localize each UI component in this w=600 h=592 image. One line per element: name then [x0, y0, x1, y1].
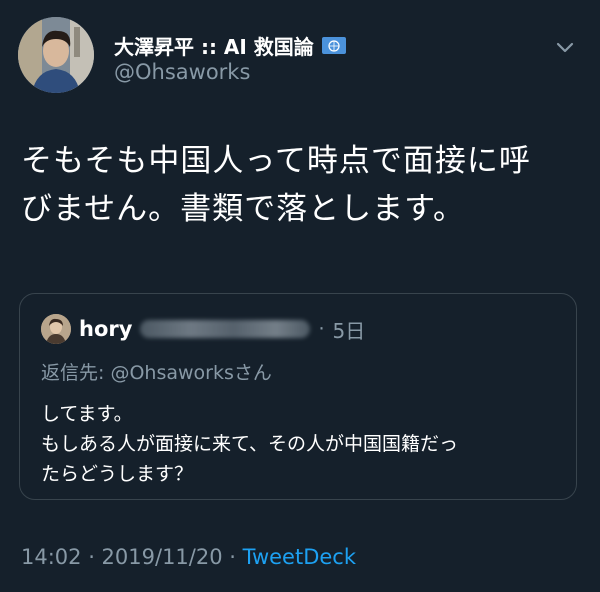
quoted-separator: · [318, 318, 325, 340]
tweet-timestamp[interactable]: 14:02 · 2019/11/20 · [21, 545, 243, 569]
tweet-source-link[interactable]: TweetDeck [243, 545, 356, 569]
author-avatar[interactable] [18, 17, 94, 93]
quoted-avatar-photo-icon [41, 314, 71, 344]
tweet-meta: 14:02 · 2019/11/20 · TweetDeck [21, 545, 356, 569]
chevron-down-icon[interactable] [554, 36, 576, 58]
quoted-text-line: たらどうします？ [41, 463, 194, 485]
quoted-time[interactable]: 5日 [332, 315, 365, 344]
quoted-tweet-header: hory · 5日 [41, 314, 365, 344]
quoted-tweet[interactable]: hory · 5日 返信先: @Ohsaworksさん してます。 もしある人が… [19, 293, 577, 500]
un-flag-icon [321, 37, 346, 54]
tweet-card: 大澤昇平 :: AI 救国論 @Ohsaworks そもそも中国人って時点で面接… [0, 0, 600, 592]
author-name-row: 大澤昇平 :: AI 救国論 [114, 31, 346, 60]
avatar-photo-icon [18, 17, 94, 93]
quoted-author-name[interactable]: hory [79, 317, 132, 341]
reply-mention[interactable]: @Ohsaworks [110, 362, 233, 384]
reply-to-line: 返信先: @Ohsaworksさん [41, 358, 272, 385]
tweet-text: そもそも中国人って時点で面接に呼 びません。書類で落とします。 [21, 137, 581, 233]
blurred-handle [140, 320, 311, 338]
quoted-text-line: してます。 [41, 403, 133, 425]
tweet-text-line: びません。書類で落とします。 [21, 191, 465, 227]
reply-suffix: さん [233, 362, 272, 384]
quoted-avatar[interactable] [41, 314, 71, 344]
author-display-name[interactable]: 大澤昇平 :: AI 救国論 [114, 31, 314, 60]
tweet-text-line: そもそも中国人って時点で面接に呼 [21, 143, 531, 179]
reply-prefix: 返信先: [41, 362, 111, 384]
quoted-text: してます。 もしある人が面接に来て、その人が中国国籍だっ たらどうします？ [41, 399, 561, 489]
author-handle[interactable]: @Ohsaworks [114, 60, 250, 84]
quoted-text-line: もしある人が面接に来て、その人が中国国籍だっ [41, 433, 459, 455]
